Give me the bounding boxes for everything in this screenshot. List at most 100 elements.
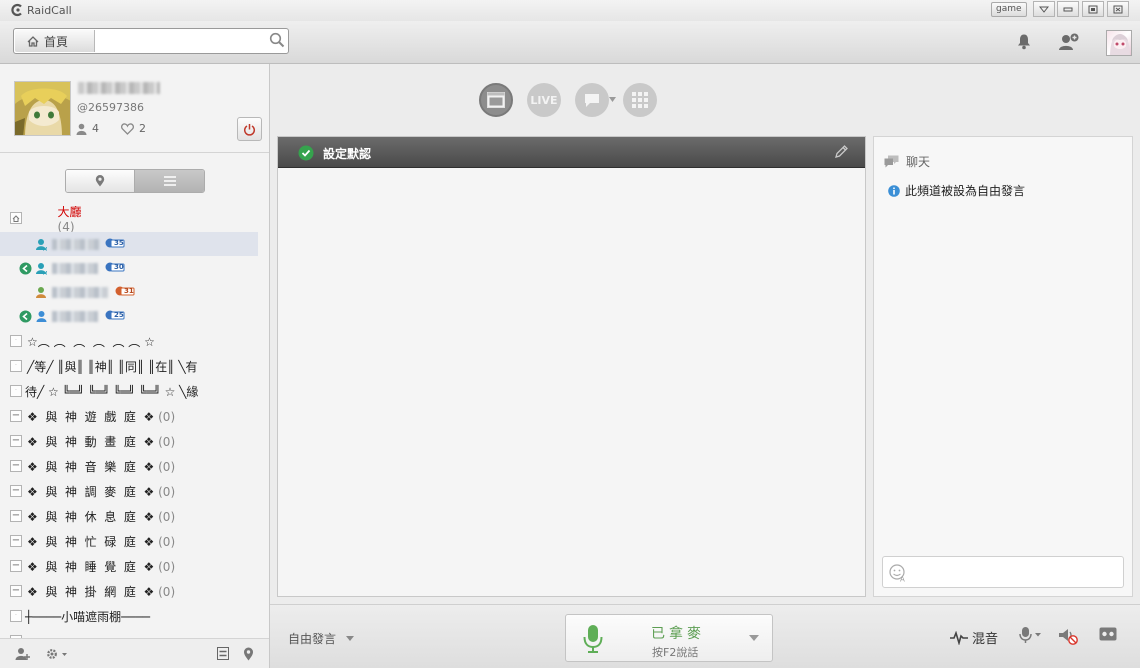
live-mode-button[interactable]: LIVE <box>527 83 561 117</box>
chat-input-box[interactable]: A <box>882 556 1124 588</box>
mic-hint: 按F2說話 <box>652 646 699 659</box>
channel-row[interactable]: − ❖ 與 神 睡 覺 庭 ❖ (0) <box>0 554 258 578</box>
channel-row[interactable]: · 待╱ ☆ ╚═╝ ╚═╝ ╚═╝ ╚═╝ ☆ ╲緣 <box>0 379 258 403</box>
collapse-toggle[interactable]: − <box>10 535 22 547</box>
channel-row[interactable]: − ❖ 與 神 音 樂 庭 ❖ (0) <box>0 454 258 478</box>
user-row[interactable]: 25 <box>0 304 258 328</box>
channel-content-panel: 設定默認 <box>277 136 866 597</box>
svg-text:M: M <box>43 271 47 275</box>
minus-icon: − <box>11 460 21 471</box>
user-row[interactable]: M 30 <box>0 256 258 280</box>
grid-icon <box>632 92 648 108</box>
chat-mode-dropdown-icon[interactable] <box>609 97 616 102</box>
channel-count: (0) <box>158 584 176 599</box>
channel-name: ❖ 與 神 掛 網 庭 ❖ <box>27 584 155 599</box>
username-redacted <box>52 238 100 250</box>
search-input[interactable] <box>98 31 264 51</box>
microphone-panel[interactable]: 已拿麥 按F2說話 <box>565 614 773 662</box>
add-friend-icon[interactable] <box>1058 33 1080 51</box>
speak-mode-select[interactable]: 自由發言 <box>288 630 355 647</box>
level-badge-value: 31 <box>124 287 134 295</box>
main-area: LIVE 設定默認 聊天 此頻道被設為自由發言 A <box>270 64 1140 604</box>
emoji-icon[interactable]: A <box>889 564 907 582</box>
channel-row-partial[interactable] <box>0 629 258 638</box>
close-button[interactable] <box>1107 1 1129 17</box>
collapse-toggle[interactable]: − <box>10 435 22 447</box>
home-label: 首頁 <box>44 34 69 49</box>
expand-toggle[interactable]: · <box>10 360 22 372</box>
minimize-button[interactable] <box>1057 1 1079 17</box>
home-button[interactable]: 首頁 <box>15 30 95 52</box>
location-view-button[interactable] <box>66 170 135 192</box>
logout-button[interactable] <box>237 117 262 141</box>
minus-icon: − <box>11 410 21 421</box>
user-avatar[interactable] <box>14 81 71 136</box>
lobby-channel[interactable]: 大廳 (4) <box>0 206 258 234</box>
collapse-toggle[interactable]: − <box>10 585 22 597</box>
maximize-button[interactable] <box>1082 1 1104 17</box>
apps-mode-button[interactable] <box>623 83 657 117</box>
raidcall-logo-icon <box>11 3 22 17</box>
channel-row[interactable]: − ❖ 與 神 掛 網 庭 ❖ (0) <box>0 579 258 603</box>
expand-toggle[interactable]: · <box>10 385 22 397</box>
channel-row[interactable]: − ❖ 與 神 遊 戲 庭 ❖ (0) <box>0 404 258 428</box>
bell-icon[interactable] <box>1016 33 1032 50</box>
triangle-down-icon <box>1039 6 1049 13</box>
house-up-icon <box>12 214 20 222</box>
list-panel-icon[interactable] <box>217 647 229 660</box>
user-row[interactable]: M 35 <box>0 232 258 256</box>
settings-gear-icon[interactable] <box>45 647 69 661</box>
location-icon[interactable] <box>243 647 254 661</box>
list-view-button[interactable] <box>135 170 204 192</box>
level-badge-value: 25 <box>114 311 124 319</box>
collapse-toggle[interactable]: − <box>10 410 22 422</box>
search-icon[interactable] <box>269 32 285 48</box>
chat-title: 聊天 <box>906 155 931 169</box>
person-icon <box>76 123 87 135</box>
collapse-toggle[interactable]: − <box>10 460 22 472</box>
channel-row[interactable]: − ❖ 與 神 動 畫 庭 ❖ (0) <box>0 429 258 453</box>
svg-text:A: A <box>900 576 905 583</box>
collapse-toggle[interactable] <box>10 212 22 224</box>
channel-panel-title: 設定默認 <box>323 147 372 161</box>
anime-avatar-icon <box>1110 34 1130 55</box>
browser-mode-button[interactable] <box>479 83 513 117</box>
collapse-toggle[interactable]: − <box>10 560 22 572</box>
channel-label: ❖ 與 神 睡 覺 庭 ❖ (0) <box>27 558 175 575</box>
channel-name: ❖ 與 神 遊 戲 庭 ❖ <box>27 409 155 424</box>
chevron-down-icon[interactable] <box>749 635 759 641</box>
likes-count: 2 <box>139 122 146 135</box>
expand-toggle[interactable]: · <box>10 335 22 347</box>
mic-settings-icon[interactable] <box>1018 627 1044 643</box>
user-row[interactable]: 31 <box>0 280 258 304</box>
mix-button[interactable]: 混音 <box>950 628 998 647</box>
channel-row[interactable]: · ╱等╱ ║與║ ║神║ ║同║ ║在║ ╲有 <box>0 354 258 378</box>
pencil-icon[interactable] <box>834 144 849 159</box>
chat-mode-button[interactable] <box>575 83 609 117</box>
channel-row[interactable]: · ┼────小喵遮雨棚──── <box>0 604 258 628</box>
channel-name: ❖ 與 神 音 樂 庭 ❖ <box>27 459 155 474</box>
profile-avatar-button[interactable] <box>1106 30 1132 56</box>
channel-count: (0) <box>158 559 176 574</box>
add-user-icon[interactable] <box>15 647 30 661</box>
game-button[interactable]: game <box>991 2 1027 17</box>
speaker-muted-icon[interactable] <box>1058 627 1078 645</box>
channel-row[interactable]: − ❖ 與 神 忙 碌 庭 ❖ (0) <box>0 529 258 553</box>
user-avatar-image <box>15 82 70 135</box>
record-icon[interactable] <box>1099 627 1117 641</box>
channel-count: (0) <box>158 459 176 474</box>
channel-name: ❖ 與 神 休 息 庭 ❖ <box>27 509 155 524</box>
expand-toggle[interactable]: · <box>10 610 22 622</box>
channel-row[interactable]: − ❖ 與 神 休 息 庭 ❖ (0) <box>0 504 258 528</box>
channel-label: ❖ 與 神 音 樂 庭 ❖ (0) <box>27 458 175 475</box>
collapse-toggle[interactable]: − <box>10 485 22 497</box>
channel-row[interactable]: · ☆︵ ︵ ︵ ︵ ︵ ︵ ☆ <box>0 329 258 353</box>
channel-name: ❖ 與 神 忙 碌 庭 ❖ <box>27 534 155 549</box>
minus-icon: − <box>11 435 21 446</box>
channel-row[interactable]: − ❖ 與 神 調 麥 庭 ❖ (0) <box>0 479 258 503</box>
chevron-down-icon <box>346 636 355 641</box>
dropdown-window-button[interactable] <box>1033 1 1055 17</box>
heart-icon <box>121 122 134 135</box>
collapse-toggle[interactable]: − <box>10 510 22 522</box>
left-footer <box>0 638 269 668</box>
